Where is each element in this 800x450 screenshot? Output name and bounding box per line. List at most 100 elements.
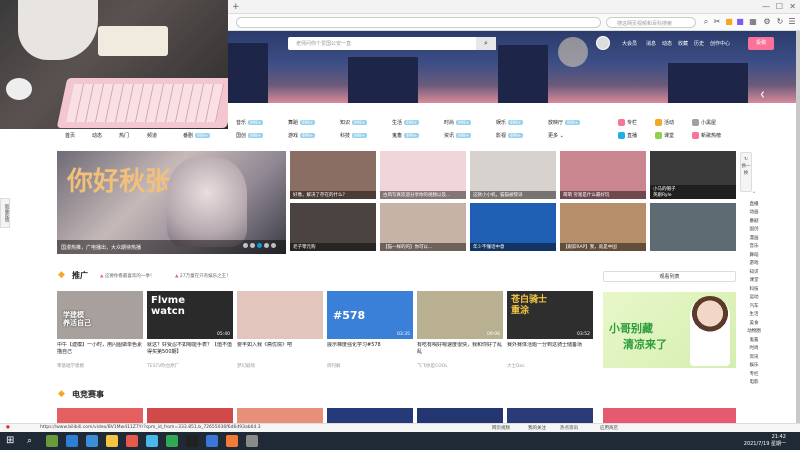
app-icon[interactable] xyxy=(146,435,158,447)
nav-history[interactable]: 历史 xyxy=(694,40,704,47)
watch-list-button[interactable]: 观看列表 xyxy=(603,271,736,282)
video-thumb[interactable] xyxy=(650,203,736,251)
search-icon[interactable]: ⌕ xyxy=(27,435,39,447)
app-icon[interactable] xyxy=(126,435,138,447)
video-author[interactable]: 周刊解 xyxy=(327,363,341,369)
menu-item[interactable]: 课堂 xyxy=(742,277,766,286)
video-title[interactable]: 赛外赛体活题一分到这骑士储备场 xyxy=(507,342,593,356)
video-thumb[interactable]: 【猫一样的的】你可以... xyxy=(380,203,466,251)
video-title[interactable]: 展示梯度强化学习#578 xyxy=(327,342,413,356)
video-thumb[interactable]: 这款小小机，猫猫被惊讶 xyxy=(470,151,556,199)
nav-anime[interactable]: 番剧 999+ xyxy=(183,132,211,139)
promo-thumb[interactable]: 09:06 xyxy=(417,291,503,339)
nav-dynamics[interactable]: 动态 xyxy=(662,40,672,47)
carousel-dots[interactable] xyxy=(243,243,278,250)
menu-item[interactable]: 运动 xyxy=(742,294,766,303)
nav-music[interactable]: 音乐 999+ xyxy=(236,119,264,126)
nav-knowledge[interactable]: 知识 999+ xyxy=(340,119,368,126)
scissors-icon[interactable]: ✂ xyxy=(712,17,722,27)
video-thumb[interactable]: 好像，解决了存在的什么？ xyxy=(290,151,376,199)
upload-button[interactable]: 投稿 xyxy=(748,37,774,50)
esports-thumb[interactable] xyxy=(237,408,323,423)
grid-icon[interactable]: ▦ xyxy=(748,17,758,27)
menu-item[interactable]: 音乐 xyxy=(742,243,766,252)
nav-live[interactable]: 直播 xyxy=(618,132,637,139)
nav-fashion[interactable]: 时尚 999+ xyxy=(444,119,472,126)
app-icon[interactable] xyxy=(46,435,58,447)
menu-item[interactable]: 美食 xyxy=(742,320,766,329)
hot-link[interactable]: ▲ 这要你看最喜欢的一季！ xyxy=(100,273,154,279)
refresh-recommend-button[interactable]: ↻ 换一换 xyxy=(740,152,752,192)
feedback-button[interactable]: 新版反馈 xyxy=(0,198,10,228)
app-icon[interactable] xyxy=(166,435,178,447)
app-icon[interactable] xyxy=(86,435,98,447)
nav-column[interactable]: 专栏 xyxy=(618,119,637,126)
video-title[interactable]: 要丰如入我《斋优院》吧 xyxy=(237,342,323,356)
video-title[interactable]: 就这？好受忍不如嗯能手表？【值不值得买第500期】 xyxy=(147,342,233,356)
nav-guochuang[interactable]: 国创 999+ xyxy=(236,132,264,139)
status-item[interactable]: 应用商店 xyxy=(600,425,618,431)
nav-life[interactable]: 生活 999+ xyxy=(392,119,420,126)
nav-creator[interactable]: 创作中心 xyxy=(710,40,730,47)
carousel-title[interactable]: 国漫热推，广电播出，大众期待热播 xyxy=(61,244,141,251)
ad-banner[interactable]: 小哥别藏 清凉来了 xyxy=(603,292,736,368)
menu-item[interactable]: 游戏 xyxy=(742,260,766,269)
minimize-button[interactable]: — xyxy=(762,2,770,11)
esports-thumb[interactable] xyxy=(327,408,413,423)
video-author[interactable]: 梦幻剧场 xyxy=(237,363,255,369)
status-item[interactable]: 我的关注 xyxy=(528,425,546,431)
nav-favorites[interactable]: 收藏 xyxy=(678,40,688,47)
address-bar[interactable] xyxy=(236,17,601,28)
menu-item[interactable]: ⌃ xyxy=(742,192,766,201)
menu-item[interactable]: 资讯 xyxy=(742,354,766,363)
carousel-dot[interactable] xyxy=(250,243,255,248)
video-author[interactable]: 零基础学建模 xyxy=(57,363,84,369)
system-clock[interactable]: 21:42 2021/7/19 星期一 xyxy=(744,434,786,448)
nav-class[interactable]: 课堂 xyxy=(655,132,674,139)
menu-item[interactable]: 鬼畜 xyxy=(742,337,766,346)
nav-channel[interactable]: 频道 xyxy=(147,132,157,139)
app-icon[interactable] xyxy=(186,435,198,447)
video-thumb[interactable]: 小马的帽子 英剧Ryle xyxy=(650,151,736,199)
folder-icon[interactable] xyxy=(106,435,118,447)
video-thumb[interactable]: 古风写真欢迎分享你的视频以及... xyxy=(380,151,466,199)
menu-item[interactable]: 动画 xyxy=(742,209,766,218)
nav-dance[interactable]: 舞蹈 999+ xyxy=(288,119,316,126)
nav-news[interactable]: 资讯 999+ xyxy=(444,132,472,139)
nav-hot[interactable]: 热门 xyxy=(119,132,129,139)
esports-thumb[interactable] xyxy=(57,408,143,423)
carousel-dot[interactable] xyxy=(243,243,248,248)
search-button[interactable]: ⌕ xyxy=(476,37,496,50)
search-icon[interactable]: ⌕ xyxy=(701,17,711,27)
menu-item[interactable]: 电影 xyxy=(742,379,766,388)
promo-thumb[interactable] xyxy=(237,291,323,339)
menu-item[interactable]: 舞蹈 xyxy=(742,252,766,261)
menu-item[interactable]: 娱乐 xyxy=(742,362,766,371)
settings-icon[interactable]: ⚙ xyxy=(762,17,772,27)
menu-item[interactable]: 番剧 xyxy=(742,218,766,227)
app-icon[interactable] xyxy=(226,435,238,447)
hot-link[interactable]: ▲ 27万童在只有娱乐之王！ xyxy=(175,273,231,279)
new-tab-button[interactable]: + xyxy=(232,2,240,12)
avatar[interactable] xyxy=(596,36,610,50)
status-item[interactable]: 网页视频 xyxy=(492,425,510,431)
close-button[interactable]: ✕ xyxy=(789,2,796,11)
menu-item[interactable]: 汽车 xyxy=(742,303,766,312)
promo-thumb[interactable]: #578 03:35 xyxy=(327,291,413,339)
nav-cinema[interactable]: 放映厅 999+ xyxy=(548,119,581,126)
nav-dynamic[interactable]: 动态 xyxy=(92,132,102,139)
video-author[interactable]: 大士Dos xyxy=(507,363,525,369)
carousel-dot[interactable] xyxy=(264,243,269,248)
nav-vip[interactable]: 大会员 xyxy=(622,40,637,47)
nav-messages[interactable]: 消息 xyxy=(646,40,656,47)
menu-item[interactable]: 直播 xyxy=(742,201,766,210)
nav-blackroom[interactable]: 小黑屋 xyxy=(692,119,716,126)
video-author[interactable]: 飞飞你是COOL xyxy=(417,363,448,369)
promo-thumb[interactable]: 学建模 养活自己 xyxy=(57,291,143,339)
video-author[interactable]: TESTV吹台原厂 xyxy=(147,363,179,369)
esports-thumb[interactable] xyxy=(507,408,593,423)
browser-search-input[interactable]: 搜这网页视频和百科搜索 xyxy=(606,17,696,28)
carousel[interactable]: 你好秋张 国漫热推，广电播出，大众期待热播 xyxy=(57,151,286,254)
app-icon[interactable] xyxy=(66,435,78,447)
video-thumb[interactable]: 萌萌 穷富是什么最好玩 xyxy=(560,151,646,199)
